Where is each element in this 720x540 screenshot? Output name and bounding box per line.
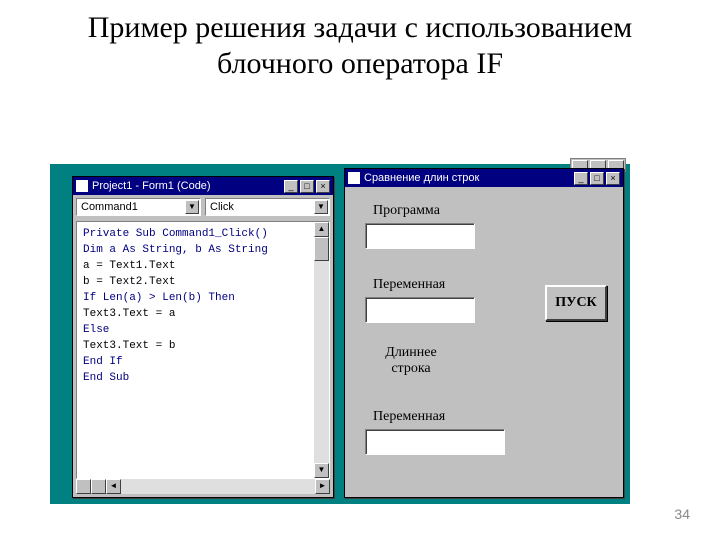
close-button[interactable]: × [606, 172, 620, 185]
slide-title: Пример решения задачи с использованием б… [0, 0, 720, 86]
scroll-thumb[interactable] [314, 237, 329, 261]
text1-field[interactable] [365, 223, 475, 249]
close-button[interactable]: × [316, 180, 330, 193]
maximize-button[interactable]: □ [300, 180, 314, 193]
code-window: Project1 - Form1 (Code) _ □ × Command1 ▼… [72, 176, 334, 498]
code-window-title: Project1 - Form1 (Code) [92, 180, 280, 192]
code-window-titlebar[interactable]: Project1 - Form1 (Code) _ □ × [73, 177, 333, 195]
form-body: Программа Переменная ПУСК Длиннее строка… [347, 189, 621, 495]
label-variable-1: Переменная [373, 277, 445, 293]
form-window: Сравнение длин строк _ □ × Программа Пер… [344, 168, 624, 498]
scroll-up-button[interactable]: ▲ [314, 222, 329, 237]
text2-field[interactable] [365, 297, 475, 323]
horizontal-scrollbar[interactable]: ◄ ► [76, 479, 330, 494]
view-full-module-button[interactable] [76, 479, 91, 494]
minimize-button[interactable]: _ [574, 172, 588, 185]
maximize-button[interactable]: □ [590, 172, 604, 185]
chevron-down-icon[interactable]: ▼ [314, 200, 328, 214]
object-combo[interactable]: Command1 ▼ [76, 198, 201, 216]
label-longer-string: Длиннее строка [371, 345, 451, 377]
code-editor[interactable]: Private Sub Command1_Click() Dim a As St… [76, 221, 330, 479]
object-combo-value: Command1 [81, 201, 138, 213]
run-button[interactable]: ПУСК [545, 285, 607, 321]
combo-row: Command1 ▼ Click ▼ [73, 195, 333, 219]
label-program: Программа [373, 203, 440, 219]
code-line: Text3.Text = a [83, 306, 325, 322]
code-line: End If [83, 354, 325, 370]
form-window-icon [348, 172, 360, 184]
code-window-icon [76, 180, 88, 192]
code-line: a = Text1.Text [83, 258, 325, 274]
page-number: 34 [674, 506, 690, 522]
scroll-left-button[interactable]: ◄ [106, 479, 121, 494]
code-line: Text3.Text = b [83, 338, 325, 354]
code-line: If Len(a) > Len(b) Then [83, 290, 325, 306]
run-button-label: ПУСК [555, 295, 596, 311]
view-procedure-button[interactable] [91, 479, 106, 494]
text3-field[interactable] [365, 429, 505, 455]
ide-stage: Project1 - Form1 (Code) _ □ × Command1 ▼… [50, 164, 630, 504]
minimize-button[interactable]: _ [284, 180, 298, 193]
chevron-down-icon[interactable]: ▼ [185, 200, 199, 214]
scroll-right-button[interactable]: ► [315, 479, 330, 494]
code-line: Dim a As String, b As String [83, 242, 325, 258]
code-line: End Sub [83, 370, 325, 386]
vertical-scrollbar[interactable]: ▲ ▼ [314, 222, 329, 478]
code-line: Else [83, 322, 325, 338]
form-window-title: Сравнение длин строк [364, 172, 570, 184]
procedure-combo-value: Click [210, 201, 234, 213]
scroll-down-button[interactable]: ▼ [314, 463, 329, 478]
label-variable-2: Переменная [373, 409, 445, 425]
code-line: Private Sub Command1_Click() [83, 226, 325, 242]
form-window-titlebar[interactable]: Сравнение длин строк _ □ × [345, 169, 623, 187]
procedure-combo[interactable]: Click ▼ [205, 198, 330, 216]
code-line: b = Text2.Text [83, 274, 325, 290]
